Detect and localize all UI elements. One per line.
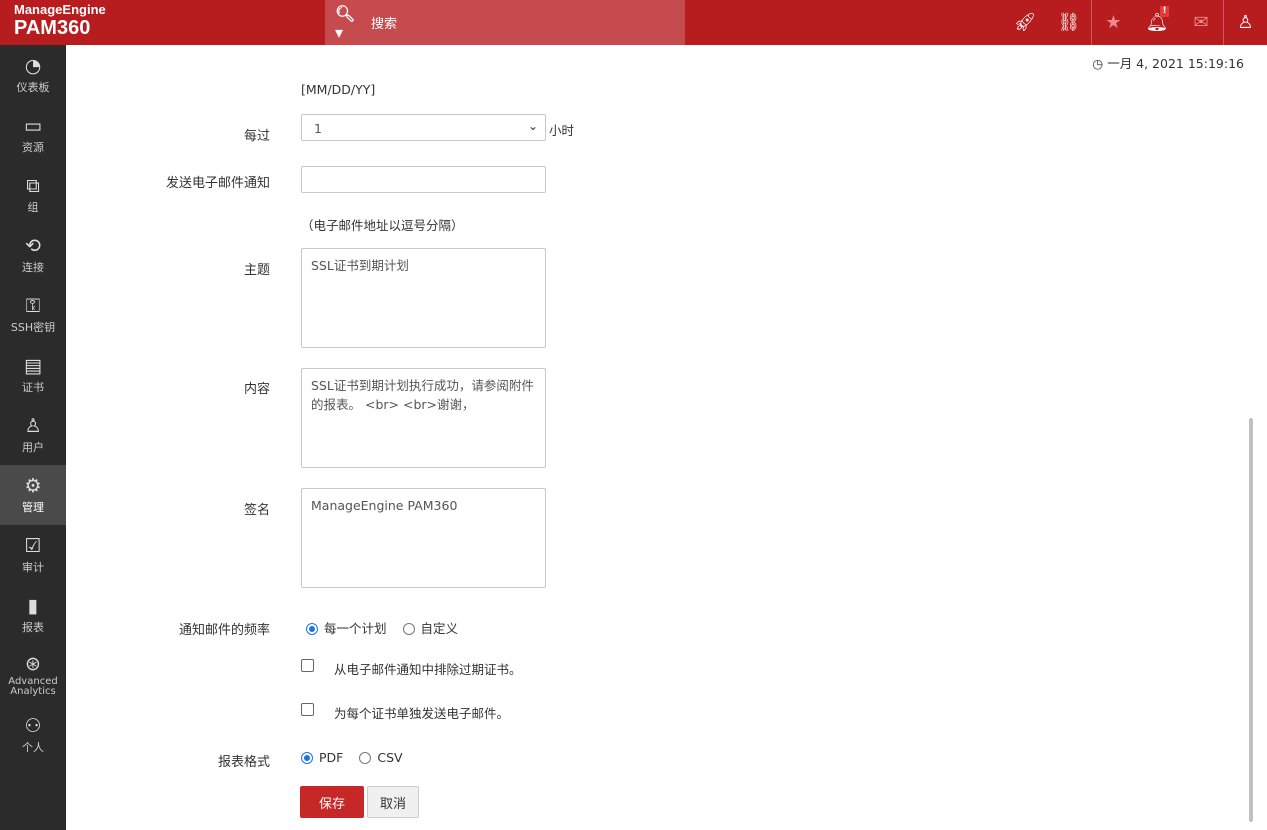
scrollbar[interactable] [1249,418,1253,822]
radio-every-schedule[interactable] [306,623,318,635]
sidebar-item-label: 报表 [22,621,44,634]
gear-icon: ⚙ [24,475,42,497]
sidebar-item-6[interactable]: ♙ 用户 [0,405,66,465]
subject-textarea[interactable]: SSL证书到期计划 [301,248,546,348]
sidebar-item-label: 组 [27,201,39,214]
content-label: 内容 [243,382,270,397]
clipboard-icon: ☑ [24,535,42,557]
every-value: 1 [314,121,322,136]
sidebar: ◔ 仪表板 ▭ 资源 ⧉ 组 ⟲ 连接 ⚿ SSH密钥 ▤ 证书 ♙ 用户 ⚙ 管理 ☑ 审计 ▮ 报表 ⊛ Advanc… [0,45,66,830]
content-textarea[interactable]: SSL证书到期计划执行成功，请参阅附件的报表。 <br> <br>谢谢， [301,368,546,468]
sidebar-item-1[interactable]: ▭ 资源 [0,105,66,165]
date-format-hint: [MM/DD/YY] [301,82,376,97]
group-icon: ⧉ [26,175,40,197]
brand-top: ManageEngine [14,2,106,17]
pdf-label: PDF [319,750,344,765]
email-hint: （电子邮件地址以逗号分隔） [301,218,464,233]
every-select[interactable]: 1 ⌄ [301,114,546,141]
brand-name: PAM360 [14,17,91,39]
separate-email-checkbox[interactable] [301,703,314,716]
sidebar-item-label: 个人 [22,741,44,754]
sidebar-item-label: 用户 [22,441,44,454]
bell-icon[interactable]: 🔔︎! [1135,0,1179,45]
radio-custom[interactable] [402,623,415,635]
separate-email-label: 为每个证书单独发送电子邮件。 [334,706,510,721]
sidebar-item-4[interactable]: ⚿ SSH密钥 [0,285,66,345]
exclude-expired-checkbox[interactable] [301,659,314,672]
every-unit: 小时 [549,123,575,138]
sidebar-item-3[interactable]: ⟲ 连接 [0,225,66,285]
search-bar[interactable]: 🔍︎▾ 搜索 [325,0,685,45]
mail-icon[interactable]: ✉ [1179,0,1223,45]
sidebar-item-10[interactable]: ⊛ Advanced Analytics [0,645,66,705]
sidebar-item-9[interactable]: ▮ 报表 [0,585,66,645]
dashboard-icon: ◔ [24,55,42,77]
monitor-icon: ▭ [24,115,42,137]
cancel-button[interactable]: 取消 [367,786,419,818]
ssh-key-icon: ⚿ [25,295,41,317]
datetime-text: 一月 4, 2021 15:19:16 [1107,56,1244,71]
user-star-icon[interactable]: ★ [1091,0,1135,45]
sidebar-item-label: 资源 [22,141,44,154]
rocket-icon[interactable]: 🚀︎ [1003,0,1047,45]
radio-pdf[interactable] [301,752,313,764]
profile-icon[interactable]: ♙ [1223,0,1267,45]
format-label: 报表格式 [217,755,270,770]
signature-textarea[interactable]: ManageEngine PAM360 [301,488,546,588]
personal-icon: ⚇ [24,715,42,737]
logo[interactable]: ManageEngine PAM360 [14,2,106,39]
analytics-icon: ⊛ [25,653,41,675]
certificate-icon: ▤ [24,355,42,377]
sidebar-item-label: SSH密钥 [10,321,56,334]
sidebar-item-label: 连接 [22,261,44,274]
clock-icon: ◷ [1092,56,1104,71]
user-icon: ♙ [24,415,42,437]
notification-badge: ! [1160,6,1169,17]
sidebar-item-11[interactable]: ⚇ 个人 [0,705,66,765]
signature-label: 签名 [243,503,270,518]
csv-label: CSV [377,750,403,765]
datetime: ◷ 一月 4, 2021 15:19:16 [1092,53,1244,72]
subject-label: 主题 [243,263,270,278]
sidebar-item-8[interactable]: ☑ 审计 [0,525,66,585]
frequency-label: 通知邮件的频率 [178,623,270,638]
custom-label: 自定义 [420,621,459,636]
sidebar-item-2[interactable]: ⧉ 组 [0,165,66,225]
sidebar-item-label: 证书 [22,381,44,394]
top-header: ManageEngine PAM360 🔍︎▾ 搜索 🚀︎ ⛓︎ ★ 🔔︎! ✉… [0,0,1267,45]
sidebar-item-7[interactable]: ⚙ 管理 [0,465,66,525]
every-schedule-label: 每一个计划 [324,621,387,636]
save-button[interactable]: 保存 [300,786,364,818]
sidebar-item-label: Advanced Analytics [8,676,58,697]
sidebar-item-label: 管理 [22,501,44,514]
every-label: 每过 [243,129,270,144]
search-icon[interactable]: 🔍︎▾ [335,4,361,42]
sidebar-item-5[interactable]: ▤ 证书 [0,345,66,405]
frequency-options: 每一个计划 自定义 [306,618,458,637]
sidebar-item-0[interactable]: ◔ 仪表板 [0,45,66,105]
email-label: 发送电子邮件通知 [165,176,270,191]
connection-icon: ⟲ [25,235,41,257]
format-options: PDF CSV [301,750,403,765]
sidebar-item-label: 仪表板 [16,81,50,94]
radio-csv[interactable] [359,752,372,764]
chevron-down-icon: ⌄ [527,119,538,133]
bar-chart-icon: ▮ [27,595,39,617]
search-input[interactable]: 搜索 [371,13,397,32]
link-icon[interactable]: ⛓︎ [1047,0,1091,45]
exclude-expired-label: 从电子邮件通知中排除过期证书。 [334,662,522,677]
email-input[interactable] [301,166,546,193]
sidebar-item-label: 审计 [22,561,44,574]
